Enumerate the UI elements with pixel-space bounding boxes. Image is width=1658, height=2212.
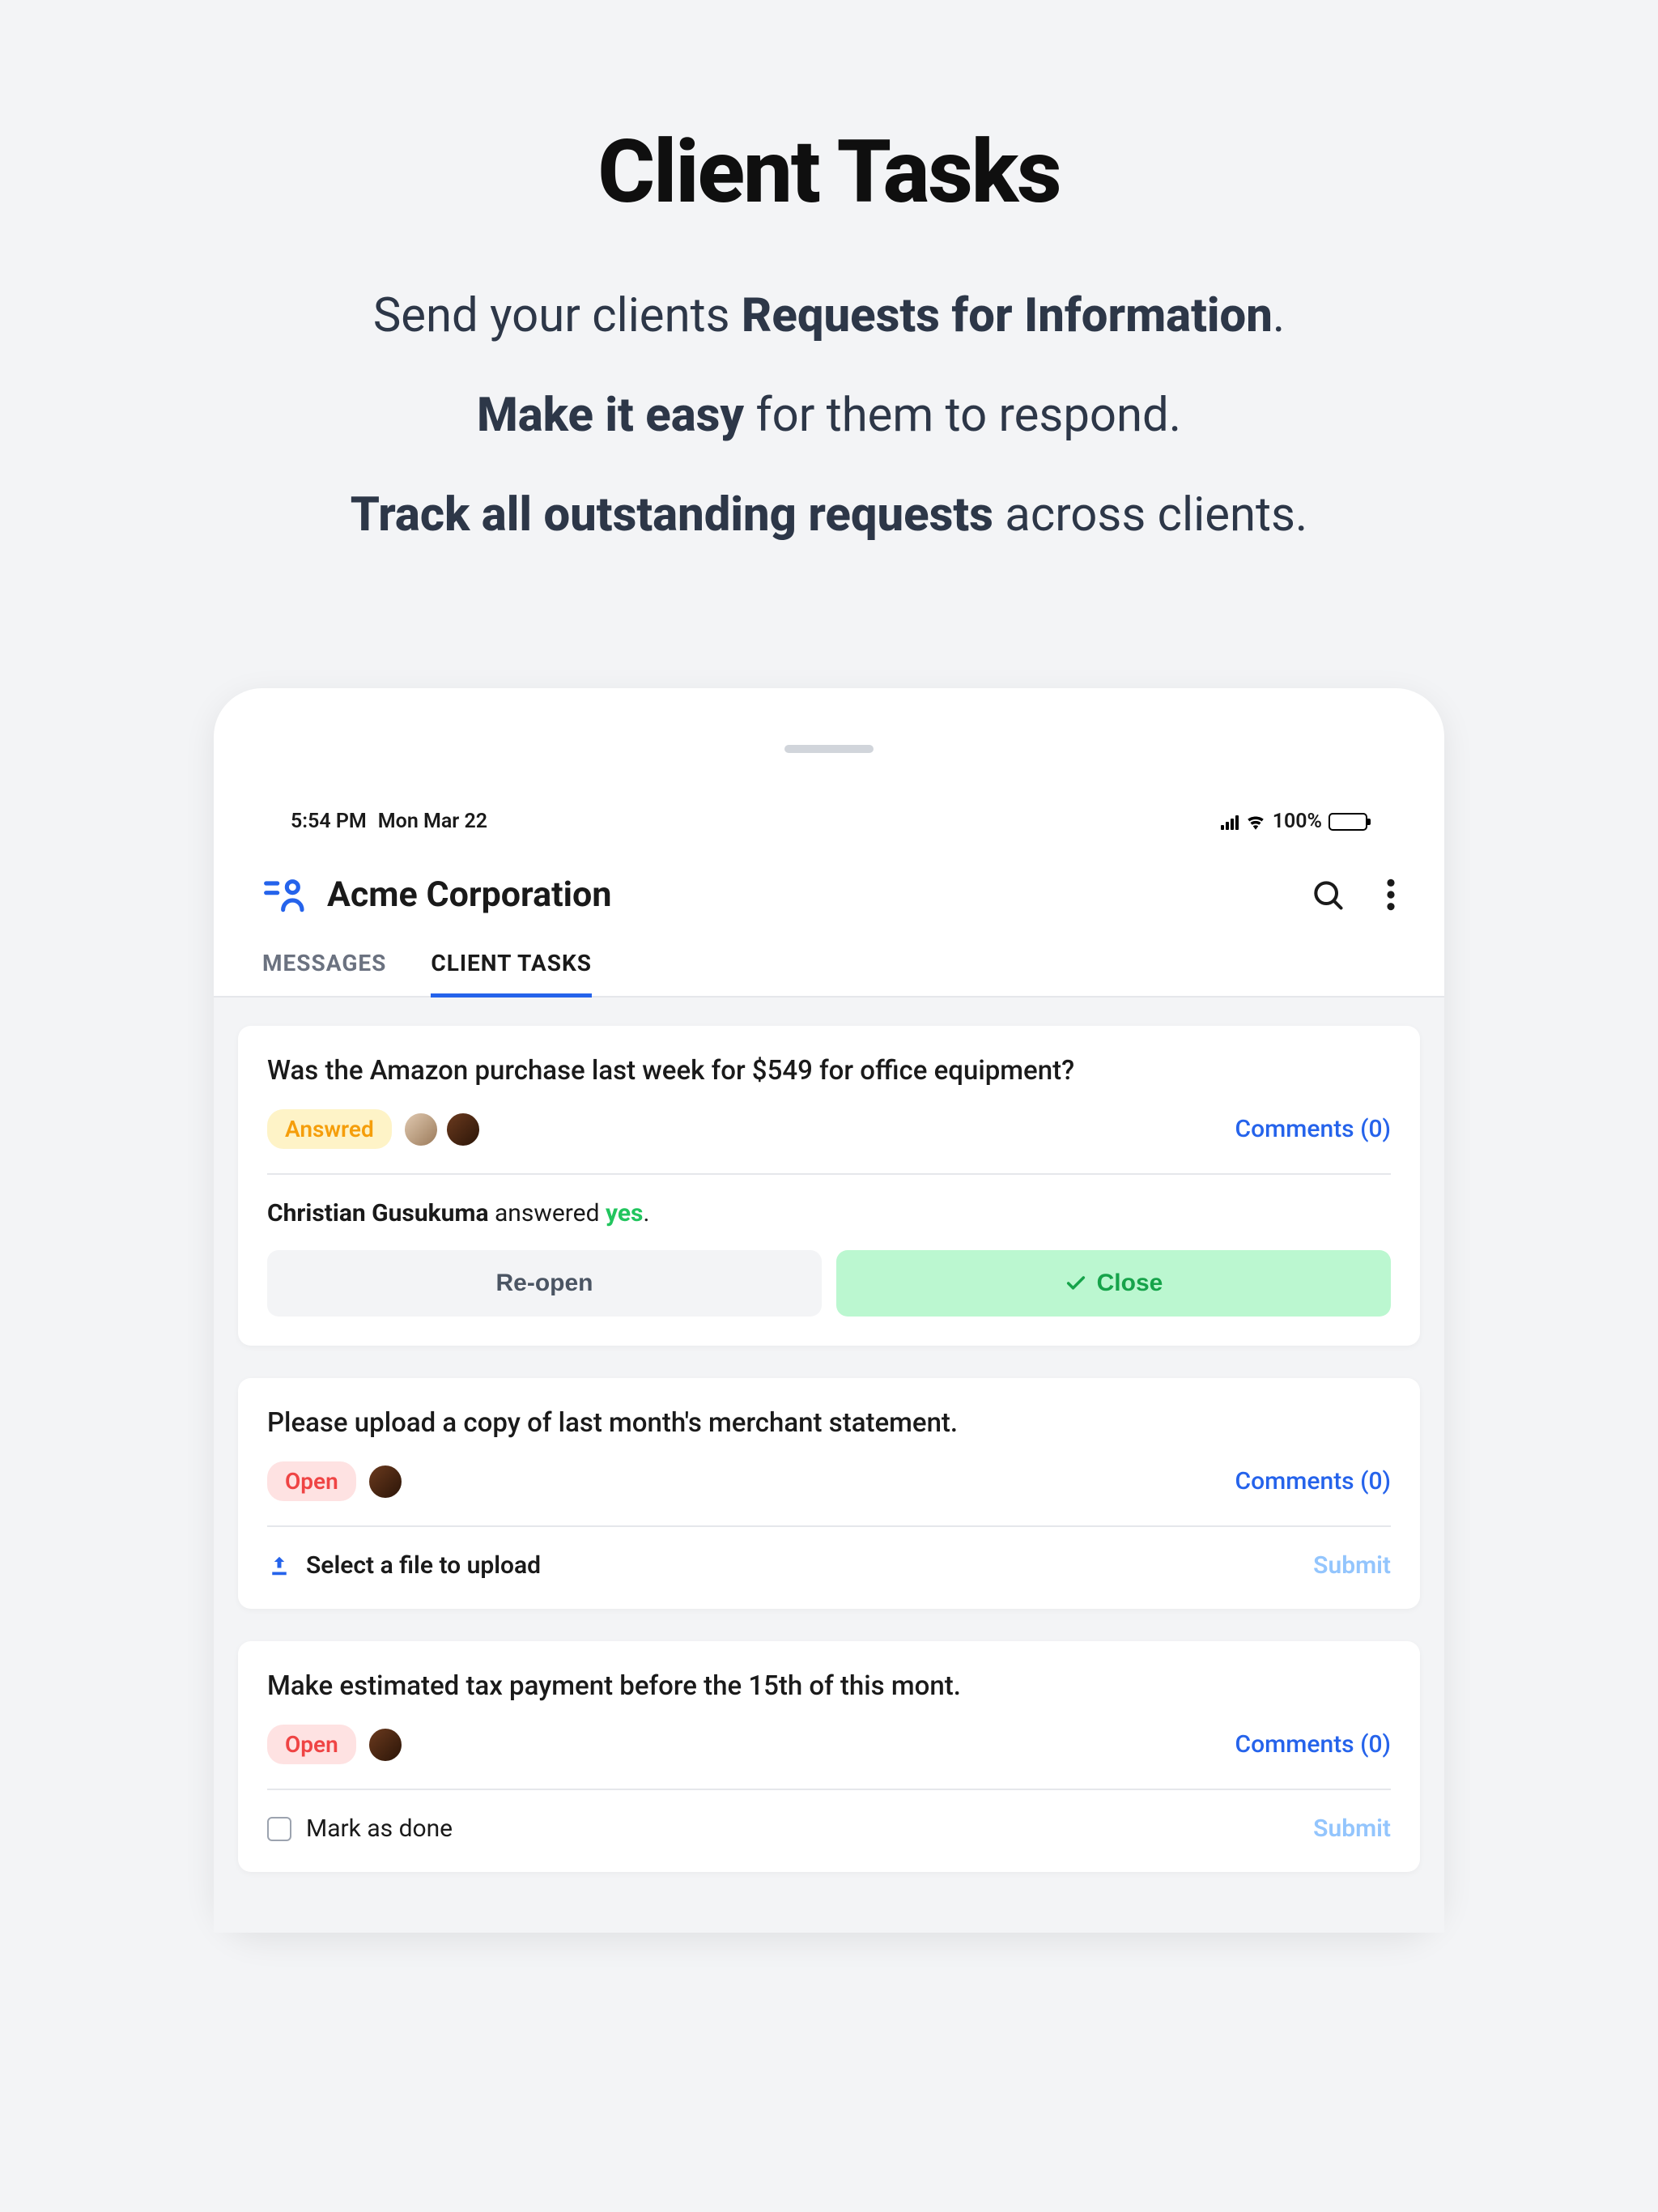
company-name: Acme Corporation (327, 874, 1290, 915)
reopen-button[interactable]: Re-open (267, 1250, 822, 1317)
status-badge: Open (267, 1725, 356, 1764)
wifi-icon (1245, 814, 1266, 830)
avatar (445, 1112, 481, 1147)
more-icon[interactable] (1386, 877, 1396, 912)
app-header: Acme Corporation (214, 833, 1444, 917)
checkbox-label: Mark as done (306, 1814, 453, 1843)
divider (267, 1173, 1391, 1175)
status-bar: 5:54 PM Mon Mar 22 100% (214, 810, 1444, 833)
done-checkbox[interactable] (267, 1817, 291, 1841)
answer-line: Christian Gusukuma answered yes. (267, 1199, 1391, 1227)
search-icon[interactable] (1310, 877, 1346, 912)
tab-client-tasks[interactable]: CLIENT TASKS (431, 950, 592, 996)
hero-title: Client Tasks (0, 121, 1658, 223)
task-title: Was the Amazon purchase last week for $5… (267, 1055, 1391, 1087)
tabs: MESSAGES CLIENT TASKS (214, 917, 1444, 998)
device-frame: 5:54 PM Mon Mar 22 100% Acme Corporation… (214, 688, 1444, 1933)
hero-section: Client Tasks Send your clients Requests … (0, 0, 1658, 542)
content-area: Was the Amazon purchase last week for $5… (214, 998, 1444, 1933)
tab-messages[interactable]: MESSAGES (262, 950, 386, 996)
comments-link[interactable]: Comments (0) (1235, 1115, 1391, 1143)
task-card: Make estimated tax payment before the 15… (238, 1641, 1420, 1872)
device-notch (784, 745, 874, 753)
divider (267, 1525, 1391, 1527)
upload-label[interactable]: Select a file to upload (306, 1551, 541, 1580)
comments-link[interactable]: Comments (0) (1235, 1730, 1391, 1759)
avatar (403, 1112, 439, 1147)
status-date: Mon Mar 22 (378, 810, 487, 833)
task-title: Please upload a copy of last month's mer… (267, 1407, 1391, 1439)
submit-button[interactable]: Submit (1313, 1814, 1391, 1843)
client-list-icon[interactable] (262, 872, 308, 917)
battery-icon (1329, 813, 1367, 831)
divider (267, 1789, 1391, 1790)
upload-icon (267, 1554, 291, 1578)
battery-percent: 100% (1273, 810, 1322, 833)
task-card: Was the Amazon purchase last week for $5… (238, 1026, 1420, 1346)
close-button[interactable]: Close (836, 1250, 1391, 1317)
submit-button[interactable]: Submit (1313, 1551, 1391, 1580)
hero-subtitle-1: Send your clients Requests for Informati… (0, 288, 1658, 343)
check-icon (1065, 1272, 1087, 1295)
comments-link[interactable]: Comments (0) (1235, 1467, 1391, 1495)
signal-icon (1221, 814, 1239, 830)
task-card: Please upload a copy of last month's mer… (238, 1378, 1420, 1609)
status-time: 5:54 PM (291, 810, 367, 833)
avatar (368, 1727, 403, 1763)
hero-subtitle-3: Track all outstanding requests across cl… (0, 487, 1658, 542)
task-title: Make estimated tax payment before the 15… (267, 1670, 1391, 1702)
avatar (368, 1464, 403, 1499)
status-badge: Open (267, 1461, 356, 1501)
hero-subtitle-2: Make it easy for them to respond. (0, 388, 1658, 443)
status-badge: Answred (267, 1109, 392, 1149)
